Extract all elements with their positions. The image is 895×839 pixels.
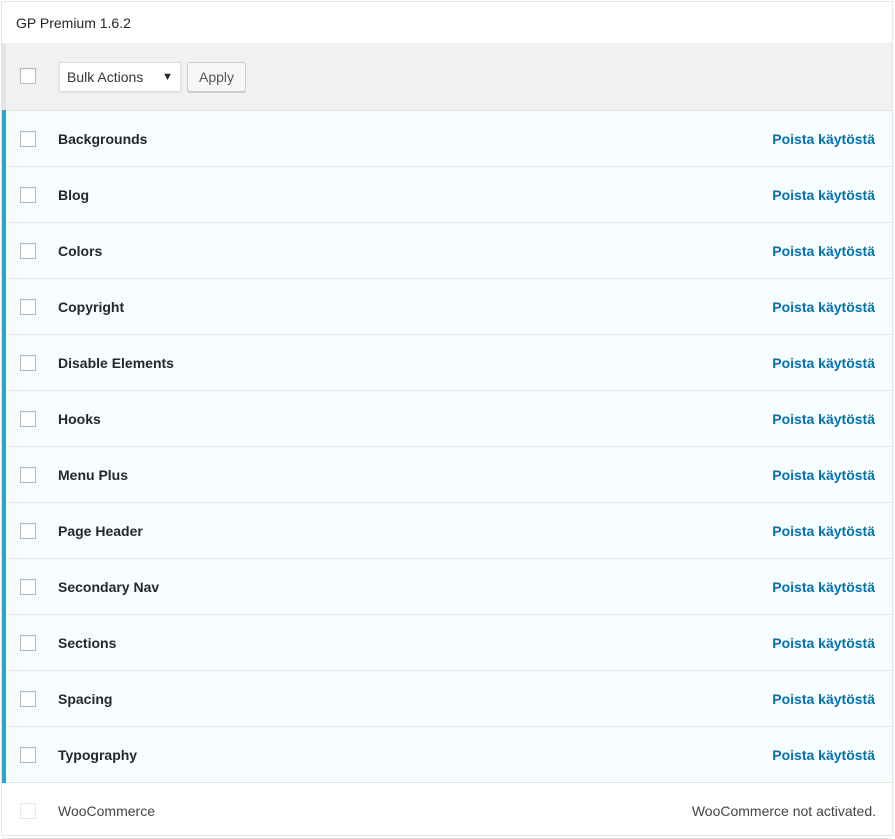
- module-checkbox[interactable]: [20, 746, 36, 763]
- module-row: Backgrounds Poista käytöstä: [2, 110, 892, 167]
- module-checkbox[interactable]: [20, 522, 36, 539]
- deactivate-link[interactable]: Poista käytöstä: [772, 131, 875, 147]
- module-checkbox[interactable]: [20, 690, 36, 707]
- module-checkbox[interactable]: [20, 634, 36, 651]
- bulk-actions-select[interactable]: Bulk Actions ▼: [59, 62, 181, 92]
- bulk-toolbar: Bulk Actions ▼ Apply: [2, 44, 892, 111]
- module-status: WooCommerce not activated.: [691, 802, 876, 819]
- module-name: Colors: [58, 242, 103, 259]
- module-name: Spacing: [58, 690, 113, 707]
- module-name: Menu Plus: [58, 466, 129, 483]
- module-row: Blog Poista käytöstä: [2, 166, 892, 223]
- module-checkbox[interactable]: [20, 298, 36, 315]
- deactivate-link[interactable]: Poista käytöstä: [772, 635, 875, 651]
- module-checkbox[interactable]: [20, 354, 36, 371]
- module-row: Hooks Poista käytöstä: [2, 390, 892, 447]
- module-row: Disable Elements Poista käytöstä: [2, 334, 892, 391]
- deactivate-link[interactable]: Poista käytöstä: [772, 691, 875, 707]
- deactivate-link[interactable]: Poista käytöstä: [772, 187, 875, 203]
- module-row: Colors Poista käytöstä: [2, 222, 892, 279]
- deactivate-link[interactable]: Poista käytöstä: [772, 579, 875, 595]
- module-name: Backgrounds: [58, 130, 148, 147]
- deactivate-link[interactable]: Poista käytöstä: [772, 411, 875, 427]
- module-name: WooCommerce: [58, 802, 155, 819]
- module-row: Menu Plus Poista käytöstä: [2, 446, 892, 503]
- module-name: Page Header: [58, 522, 143, 539]
- module-row: Page Header Poista käytöstä: [2, 502, 892, 559]
- panel-title: GP Premium 1.6.2: [2, 2, 892, 44]
- module-name: Copyright: [58, 298, 125, 315]
- module-row: Secondary Nav Poista käytöstä: [2, 558, 892, 615]
- deactivate-link[interactable]: Poista käytöstä: [772, 747, 875, 763]
- module-name: Sections: [58, 634, 117, 651]
- module-checkbox[interactable]: [20, 410, 36, 427]
- deactivate-link[interactable]: Poista käytöstä: [772, 523, 875, 539]
- deactivate-link[interactable]: Poista käytöstä: [772, 355, 875, 371]
- module-checkbox[interactable]: [20, 578, 36, 595]
- modules-panel: GP Premium 1.6.2 Bulk Actions ▼ Apply Ba…: [1, 1, 893, 839]
- module-name: Secondary Nav: [58, 578, 160, 595]
- module-checkbox[interactable]: [20, 130, 36, 147]
- deactivate-link[interactable]: Poista käytöstä: [772, 467, 875, 483]
- module-row-woocommerce: WooCommerce WooCommerce not activated.: [2, 783, 892, 839]
- module-checkbox-disabled: [20, 802, 36, 819]
- select-all-checkbox[interactable]: [20, 67, 36, 84]
- module-list: Backgrounds Poista käytöstä Blog Poista käy…: [2, 110, 892, 783]
- module-checkbox[interactable]: [20, 242, 36, 259]
- module-checkbox[interactable]: [20, 186, 36, 203]
- apply-button[interactable]: Apply: [187, 62, 247, 92]
- module-name: Disable Elements: [58, 354, 174, 371]
- module-name: Typography: [58, 746, 138, 763]
- deactivate-link[interactable]: Poista käytöstä: [772, 299, 875, 315]
- module-name: Hooks: [58, 410, 101, 427]
- module-checkbox[interactable]: [20, 466, 36, 483]
- module-name: Blog: [58, 186, 90, 203]
- deactivate-link[interactable]: Poista käytöstä: [772, 243, 875, 259]
- bulk-actions-label: Bulk Actions: [67, 69, 144, 85]
- module-row: Spacing Poista käytöstä: [2, 670, 892, 727]
- module-row: Copyright Poista käytöstä: [2, 278, 892, 335]
- module-row: Typography Poista käytöstä: [2, 726, 892, 783]
- chevron-down-icon: ▼: [162, 70, 173, 83]
- module-row: Sections Poista käytöstä: [2, 614, 892, 671]
